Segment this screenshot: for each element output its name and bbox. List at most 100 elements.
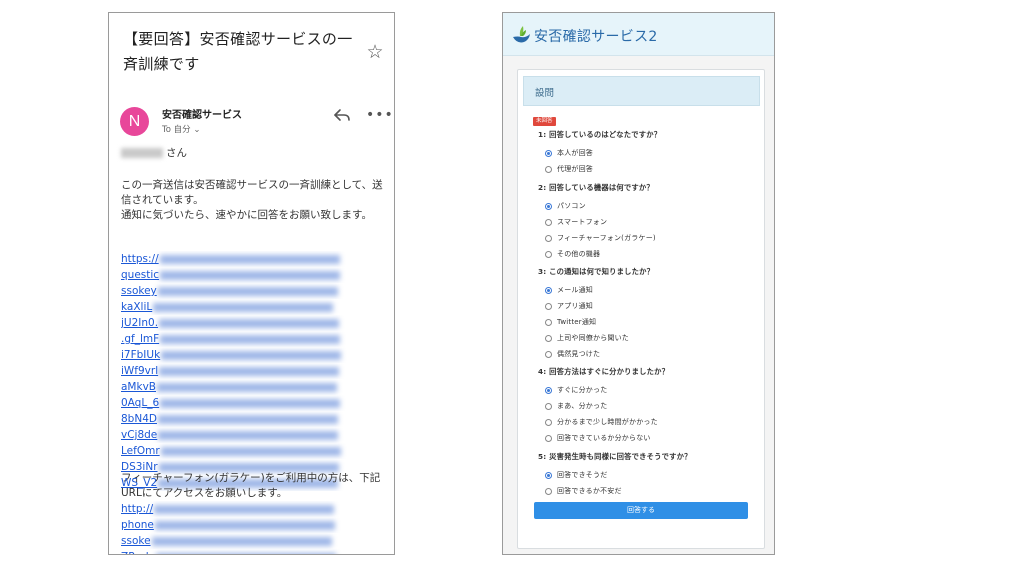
- link-line[interactable]: https://: [121, 251, 383, 267]
- radio-button[interactable]: [545, 487, 552, 495]
- radio-button[interactable]: [545, 234, 552, 242]
- link-line[interactable]: phone: [121, 517, 383, 533]
- submit-button[interactable]: 回答する: [534, 502, 748, 519]
- link-text[interactable]: http://: [121, 503, 153, 515]
- link-line[interactable]: .gf_lmF: [121, 331, 383, 347]
- redacted-name: [121, 148, 163, 158]
- radio-button[interactable]: [545, 471, 552, 479]
- radio-label: パソコン: [557, 202, 586, 210]
- link-line[interactable]: jU2In0.: [121, 315, 383, 331]
- radio-button[interactable]: [545, 149, 552, 157]
- radio-button[interactable]: [545, 286, 552, 294]
- radio-option[interactable]: 代理が回答: [545, 164, 593, 174]
- radio-option[interactable]: 分かるまで少し時間がかかった: [545, 417, 658, 427]
- feature-phone-link-list[interactable]: http://phonessokeZRmlq8SLw: [121, 501, 383, 554]
- redacted-link: [153, 302, 334, 312]
- link-text[interactable]: 8bN4D: [121, 413, 157, 425]
- link-text[interactable]: DS3iNr: [121, 461, 158, 473]
- radio-label: 回答できているか分からない: [557, 434, 651, 442]
- link-text[interactable]: LefOmr: [121, 445, 160, 457]
- recipient-dropdown[interactable]: To 自分 ⌄: [162, 123, 200, 135]
- radio-option[interactable]: すぐに分かった: [545, 385, 607, 395]
- redacted-link: [156, 552, 337, 554]
- link-text[interactable]: aMkvB: [121, 381, 156, 393]
- radio-label: スマートフォン: [557, 218, 608, 226]
- radio-button[interactable]: [545, 386, 552, 394]
- feature-phone-notice: フィーチャーフォン(ガラケー)をご利用中の方は、下記URLにてアクセスをお願いし…: [121, 472, 381, 499]
- link-line[interactable]: ssoke: [121, 533, 383, 549]
- link-line[interactable]: kaXliL: [121, 299, 383, 315]
- radio-button[interactable]: [545, 302, 552, 310]
- radio-button[interactable]: [545, 334, 552, 342]
- link-text[interactable]: questic: [121, 269, 159, 281]
- survey-link-list[interactable]: https:// questic ssokey kaXliL jU2In0. .gf_lm…: [121, 251, 383, 491]
- link-line[interactable]: iWf9vrl: [121, 363, 383, 379]
- link-line[interactable]: ssokey: [121, 283, 383, 299]
- link-line[interactable]: i7FbIUk: [121, 347, 383, 363]
- redacted-link: [154, 504, 335, 514]
- link-line[interactable]: questic: [121, 267, 383, 283]
- link-line[interactable]: LefOmr: [121, 443, 383, 459]
- redacted-link: [158, 430, 339, 440]
- radio-button[interactable]: [545, 402, 552, 410]
- link-text[interactable]: 0AqL_6: [121, 397, 159, 409]
- link-text[interactable]: kaXliL: [121, 301, 152, 313]
- link-text[interactable]: .gf_lmF: [121, 333, 159, 345]
- question-title: 5: 災害発生時も同様に回答できそうですか？: [538, 452, 692, 461]
- radio-button[interactable]: [545, 202, 552, 210]
- radio-option[interactable]: 回答できているか分からない: [545, 433, 651, 443]
- radio-button[interactable]: [545, 434, 552, 442]
- unanswered-badge: 未回答: [533, 117, 556, 126]
- link-text[interactable]: phone: [121, 519, 154, 531]
- link-line[interactable]: vCj8de: [121, 427, 383, 443]
- link-line[interactable]: http://: [121, 501, 383, 517]
- radio-option[interactable]: メール通知: [545, 285, 593, 295]
- link-text[interactable]: ssoke: [121, 535, 151, 547]
- radio-button[interactable]: [545, 218, 552, 226]
- radio-label: 回答できそうだ: [557, 471, 608, 479]
- link-text[interactable]: i7FbIUk: [121, 349, 160, 361]
- link-line[interactable]: ZRmlq: [121, 549, 383, 554]
- radio-label: アプリ通知: [557, 302, 593, 310]
- radio-option[interactable]: スマートフォン: [545, 217, 607, 227]
- radio-option[interactable]: 回答できそうだ: [545, 470, 607, 480]
- radio-option[interactable]: 上司や同僚から聞いた: [545, 333, 629, 343]
- redacted-link: [160, 446, 341, 456]
- radio-option[interactable]: 回答できるか不安だ: [545, 486, 622, 496]
- radio-option[interactable]: Twitter通知: [545, 317, 596, 327]
- link-text[interactable]: WS_V2: [121, 477, 157, 489]
- more-options-icon[interactable]: •••: [366, 107, 394, 123]
- redacted-link: [160, 334, 341, 344]
- link-text[interactable]: ZRmlq: [121, 551, 155, 554]
- link-text[interactable]: jU2In0.: [121, 317, 158, 329]
- radio-button[interactable]: [545, 250, 552, 258]
- radio-option[interactable]: 本人が回答: [545, 148, 593, 158]
- link-text[interactable]: iWf9vrl: [121, 365, 158, 377]
- reply-icon[interactable]: [333, 108, 351, 122]
- radio-option[interactable]: フィーチャーフォン(ガラケー): [545, 233, 656, 243]
- radio-button[interactable]: [545, 418, 552, 426]
- link-line[interactable]: aMkvB: [121, 379, 383, 395]
- radio-label: 上司や同僚から聞いた: [557, 334, 629, 342]
- radio-option[interactable]: その他の機器: [545, 249, 600, 259]
- link-line[interactable]: 0AqL_6: [121, 395, 383, 411]
- star-icon[interactable]: ☆: [364, 41, 386, 63]
- radio-button[interactable]: [545, 350, 552, 358]
- question-title: 2: 回答している機器は何ですか？: [538, 183, 654, 192]
- redacted-link: [160, 398, 341, 408]
- radio-option[interactable]: パソコン: [545, 201, 586, 211]
- section-title: 設問: [535, 88, 555, 99]
- radio-button[interactable]: [545, 165, 552, 173]
- link-text[interactable]: https://: [121, 253, 159, 265]
- link-text[interactable]: ssokey: [121, 285, 157, 297]
- radio-option[interactable]: 偶然見つけた: [545, 349, 600, 359]
- link-text[interactable]: vCj8de: [121, 429, 157, 441]
- radio-button[interactable]: [545, 318, 552, 326]
- radio-option[interactable]: まあ、分かった: [545, 401, 607, 411]
- radio-label: フィーチャーフォン(ガラケー): [557, 234, 656, 242]
- radio-option[interactable]: アプリ通知: [545, 301, 593, 311]
- radio-label: 代理が回答: [557, 165, 593, 173]
- radio-label: 回答できるか不安だ: [557, 487, 622, 495]
- link-line[interactable]: 8bN4D: [121, 411, 383, 427]
- radio-label: まあ、分かった: [557, 402, 608, 410]
